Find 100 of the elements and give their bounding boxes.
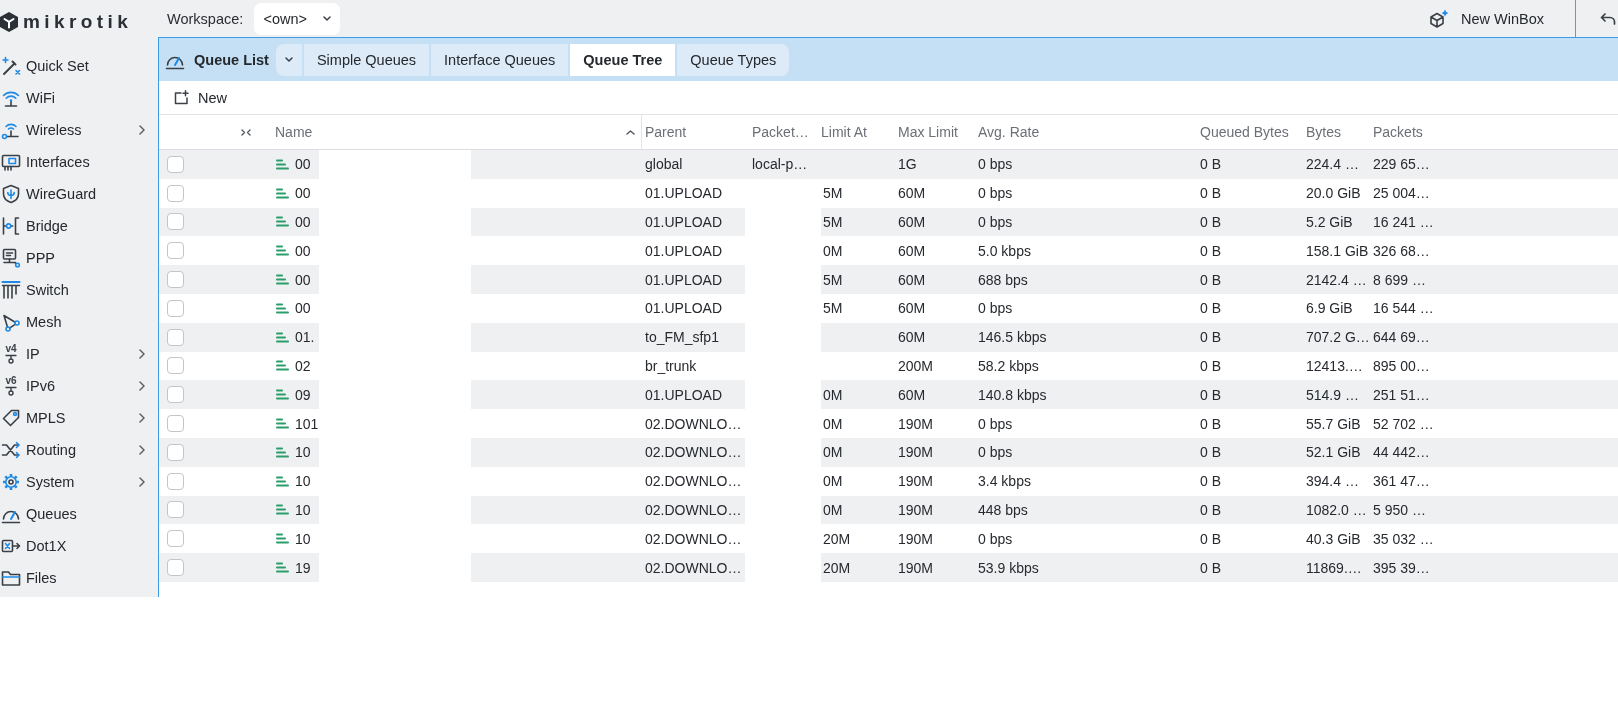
row-checkbox[interactable]: [167, 386, 184, 404]
table-row[interactable]: 19 02.DOWNLO… 20M 190M 53.9 kbps 0 B 11869.… 395 39…: [159, 553, 1618, 582]
row-checkbox[interactable]: [167, 501, 184, 519]
row-checkbox[interactable]: [167, 155, 184, 173]
row-checkbox[interactable]: [167, 328, 184, 346]
table-cell: 5M: [823, 271, 843, 288]
table-cell: 02.DOWNLO…: [645, 559, 742, 576]
undo-icon[interactable]: [1600, 11, 1616, 26]
column-header[interactable]: Bytes: [1306, 124, 1373, 140]
folder-icon: [1, 568, 21, 588]
table-row[interactable]: 00 01.UPLOAD 5M 60M 0 bps 0 B 6.9 GiB 16 544 …: [159, 294, 1618, 323]
table-cell: 01.UPLOAD: [645, 300, 723, 317]
workspace-dropdown[interactable]: <own>: [254, 2, 341, 35]
table-cell: 0 B: [1200, 444, 1221, 461]
column-header[interactable]: Parent: [645, 124, 745, 140]
row-checkbox[interactable]: [167, 415, 184, 433]
tab[interactable]: Simple Queues: [303, 43, 430, 76]
table-cell: 0 B: [1200, 214, 1221, 230]
row-checkbox[interactable]: [167, 530, 184, 548]
column-header[interactable]: Name: [262, 115, 642, 149]
cube-sparkle-icon: [1429, 8, 1449, 29]
sidebar-item[interactable]: WiFi: [0, 82, 158, 114]
table-row[interactable]: 01. to_FM_sfp1 60M 146.5 kbps 0 B 707.2 G… 644 69…: [159, 322, 1618, 352]
wand-icon: [1, 56, 21, 76]
table-cell: 140.8 kbps: [978, 386, 1047, 403]
table-cell: 0 B: [1200, 300, 1221, 317]
sidebar-item[interactable]: v4 IP: [0, 338, 158, 370]
table-cell: 0 B: [1200, 415, 1221, 432]
table-row[interactable]: 00 global local-p… 1G 0 bps 0 B 224.4 … 229 65…: [159, 150, 1618, 179]
row-checkbox[interactable]: [167, 299, 184, 317]
row-checkbox[interactable]: [167, 472, 184, 490]
table-cell: 60M: [898, 300, 926, 317]
table-cell: 20.0 GiB: [1306, 185, 1361, 202]
row-checkbox[interactable]: [167, 213, 184, 231]
row-checkbox[interactable]: [167, 357, 184, 375]
table-row[interactable]: 10 02.DOWNLO… 20M 190M 0 bps 0 B 40.3 GiB 35 032 …: [159, 524, 1618, 554]
sidebar-item[interactable]: Bridge: [0, 210, 158, 242]
table-cell: 0M: [823, 242, 843, 259]
table-cell: 52 702 …: [1373, 415, 1434, 432]
tab[interactable]: Queue Types: [677, 43, 790, 76]
sidebar-item[interactable]: WireGuard: [0, 178, 158, 210]
sidebar-item[interactable]: PPP: [0, 242, 158, 274]
new-winbox-button[interactable]: New WinBox: [1419, 2, 1554, 35]
column-header[interactable]: Packet…: [745, 124, 821, 140]
table-cell: 361 47…: [1373, 473, 1430, 490]
row-checkbox[interactable]: [167, 184, 184, 202]
table-row[interactable]: 00 01.UPLOAD 5M 60M 0 bps 0 B 5.2 GiB 16 241 …: [159, 207, 1618, 237]
tab[interactable]: Queue Tree: [570, 43, 676, 76]
row-checkbox[interactable]: [167, 271, 184, 289]
table-cell: 895 00…: [1373, 357, 1430, 374]
column-header[interactable]: Avg. Rate: [978, 124, 1200, 140]
sidebar-item[interactable]: Switch: [0, 274, 158, 306]
table-cell: 2142.4 …: [1306, 271, 1367, 288]
table-cell: 158.1 GiB: [1306, 242, 1369, 259]
sidebar-item[interactable]: Mesh: [0, 306, 158, 338]
table-cell: 60M: [898, 242, 926, 259]
table-cell: 0 bps: [978, 444, 1013, 461]
stacked-lines-icon: [276, 274, 289, 286]
dropdown-button[interactable]: [275, 43, 302, 76]
sidebar-item[interactable]: Quick Set: [0, 50, 158, 82]
sidebar-item[interactable]: Dot1X: [0, 530, 158, 562]
row-checkbox[interactable]: [167, 443, 184, 461]
table-cell: 190M: [898, 559, 934, 576]
tab[interactable]: Interface Queues: [431, 43, 569, 76]
sidebar-item[interactable]: System: [0, 466, 158, 498]
table-row[interactable]: 00 01.UPLOAD 5M 60M 0 bps 0 B 20.0 GiB 25 004…: [159, 178, 1618, 208]
table-cell: 10: [295, 473, 311, 490]
sidebar-item[interactable]: Routing: [0, 434, 158, 466]
column-header[interactable]: Max Limit: [898, 124, 978, 140]
table-cell: 146.5 kbps: [978, 329, 1047, 346]
table-row[interactable]: 101 02.DOWNLO… 0M 190M 0 bps 0 B 55.7 GiB 52 702 …: [159, 409, 1618, 438]
sidebar-item[interactable]: Wireless: [0, 114, 158, 146]
table-cell: 0 B: [1200, 473, 1221, 490]
table-row[interactable]: 10 02.DOWNLO… 0M 190M 0 bps 0 B 52.1 GiB 44 442…: [159, 437, 1618, 467]
table-cell: 60M: [898, 214, 926, 230]
table-row[interactable]: 00 01.UPLOAD 0M 60M 5.0 kbps 0 B 158.1 GiB 326 68…: [159, 236, 1618, 266]
new-button[interactable]: New: [174, 89, 227, 106]
sidebar-item[interactable]: Interfaces: [0, 146, 158, 178]
table-cell: 0M: [823, 473, 843, 490]
table-row[interactable]: 10 02.DOWNLO… 0M 190M 3.4 kbps 0 B 394.4 … 361 47…: [159, 466, 1618, 496]
sidebar-item[interactable]: Files: [0, 562, 158, 594]
row-checkbox[interactable]: [167, 242, 184, 260]
table-row[interactable]: 10 02.DOWNLO… 0M 190M 448 bps 0 B 1082.0 … 5 950 …: [159, 495, 1618, 525]
logo-icon: [0, 12, 18, 32]
chevrons-inward-icon[interactable]: [241, 128, 251, 136]
table-row[interactable]: 09 01.UPLOAD 0M 60M 140.8 kbps 0 B 514.9 … 251 51…: [159, 380, 1618, 410]
column-header[interactable]: Packets: [1373, 124, 1443, 140]
table-cell: 5M: [823, 300, 843, 317]
column-header[interactable]: Limit At: [821, 124, 898, 140]
sidebar-item[interactable]: v6 IPv6: [0, 370, 158, 402]
column-header[interactable]: Queued Bytes: [1200, 124, 1306, 140]
table-row[interactable]: 02 br_trunk 200M 58.2 kbps 0 B 12413.… 895 00…: [159, 351, 1618, 381]
sidebar-item[interactable]: MPLS: [0, 402, 158, 434]
table-row[interactable]: 00 01.UPLOAD 5M 60M 688 bps 0 B 2142.4 … 8 699 …: [159, 265, 1618, 294]
table-cell: 0 B: [1200, 329, 1221, 346]
table-cell: 0 bps: [978, 530, 1013, 547]
row-checkbox[interactable]: [167, 559, 184, 577]
sidebar-item[interactable]: Queues: [0, 498, 158, 530]
table-cell: 55.7 GiB: [1306, 415, 1361, 432]
table-cell: 229 65…: [1373, 156, 1430, 173]
